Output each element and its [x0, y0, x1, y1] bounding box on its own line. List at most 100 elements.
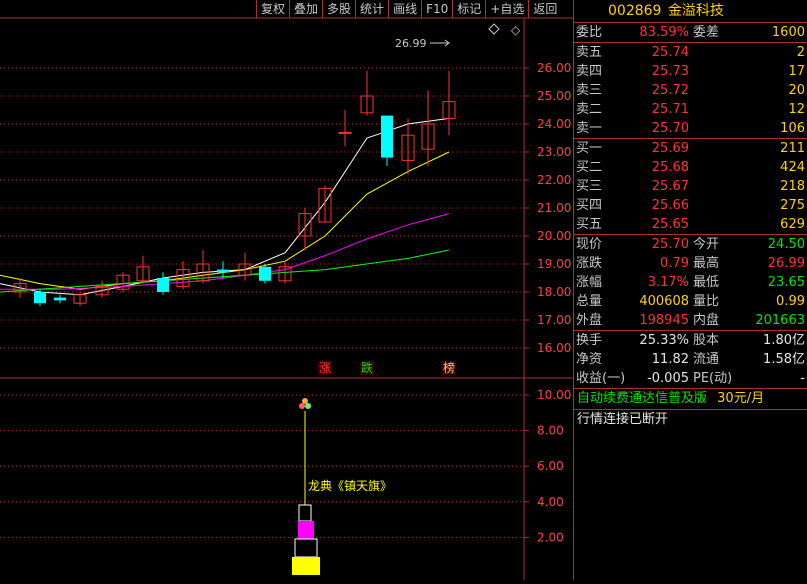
stat-value: 198945	[639, 313, 689, 328]
fundamental-label: 流通	[693, 352, 720, 367]
peak-price-label: 26.99	[395, 37, 427, 50]
bids-price: 25.65	[651, 217, 689, 232]
stat-value: 201663	[755, 313, 805, 328]
collapse-icon: ◇	[511, 23, 521, 37]
bids-volume: 629	[780, 217, 805, 232]
promo-banner[interactable]: 自动续费通达信普及版 30元/月	[574, 389, 807, 410]
asks-price: 25.72	[651, 83, 689, 98]
toolbar-button-0[interactable]: 复权	[256, 0, 289, 18]
bids-label: 买二	[576, 160, 603, 175]
asks-label: 卖五	[576, 45, 603, 60]
bids-row: 买四 25.66 275	[574, 196, 807, 215]
candle-body-down	[34, 292, 46, 304]
stat-label: 外盘	[576, 313, 603, 328]
asks-volume: 12	[788, 102, 805, 117]
kline-chart-svg[interactable]: 26.00 25.00 24.00 23.00 22.00 21.00 20.00 19.00…	[0, 0, 573, 580]
stat-value: 23.65	[767, 275, 805, 290]
asks-label: 卖三	[576, 83, 603, 98]
weibi-label: 委比	[576, 25, 603, 40]
weibi-value: 83.59%	[639, 25, 689, 40]
marker-text: 跌	[361, 360, 373, 375]
price-axis-label: 25.00	[537, 89, 571, 103]
asks-label: 卖二	[576, 102, 603, 117]
bids-volume: 211	[780, 141, 805, 156]
stat-value: 25.70	[651, 237, 689, 252]
price-axis-label: 17.00	[537, 313, 571, 327]
indicator-label: 龙典《镇天旗》	[308, 478, 392, 493]
toolbar-button-2[interactable]: 多股	[322, 0, 355, 18]
asks-price: 25.73	[651, 64, 689, 79]
indicator-axis-label: 6.00	[537, 459, 564, 473]
price-axis-label: 23.00	[537, 145, 571, 159]
toolbar-button-8[interactable]: 返回	[528, 0, 561, 18]
stat-label: 今开	[693, 237, 720, 252]
fundamental-value: 11.82	[651, 352, 689, 367]
asks-label: 卖一	[576, 121, 603, 136]
candle-body-down	[157, 278, 169, 292]
fundamental-row: 换手 25.33% 股本 1.80亿	[574, 331, 807, 350]
fundamental-row: 净资 11.82 流通 1.58亿	[574, 350, 807, 369]
weicha-value: 1600	[771, 25, 805, 40]
bids-price: 25.67	[651, 179, 689, 194]
weicha-label: 委差	[693, 25, 720, 40]
fundamental-stats: 换手 25.33% 股本 1.80亿 净资 11.82 流通 1.58亿 收益(一) -0.005…	[574, 331, 807, 389]
ask-book: 卖五 25.74 2 卖四 25.73 17 卖三 25.72 20 卖二 25.71 12 卖一 25.…	[574, 43, 807, 139]
ma20-line	[0, 213, 450, 290]
chart-toolbar: 复权 叠加 多股 统计 画线 F10 标记 +自选 返回	[256, 0, 571, 18]
stat-label: 总量	[576, 294, 603, 309]
bids-price: 25.68	[651, 160, 689, 175]
stat-label: 最高	[693, 256, 720, 271]
toolbar-button-6[interactable]: 标记	[452, 0, 485, 18]
stat-row: 外盘 198945 内盘 201663	[574, 311, 807, 330]
bids-label: 买四	[576, 198, 603, 213]
bids-row: 买五 25.65 629	[574, 215, 807, 234]
stat-row: 总量 400608 量比 0.99	[574, 292, 807, 311]
fundamental-row: 收益(一) -0.005 PE(动) -	[574, 369, 807, 388]
indicator-bar-top	[298, 504, 312, 522]
price-axis-label: 20.00	[537, 229, 571, 243]
bids-row: 买二 25.68 424	[574, 158, 807, 177]
fundamental-value: -0.005	[647, 371, 689, 386]
stock-title: 002869 金溢科技	[574, 0, 807, 23]
bid-book: 买一 25.69 211 买二 25.68 424 买三 25.67 218 买四 25.66 275…	[574, 139, 807, 235]
marker-text: 榜	[443, 360, 455, 375]
toolbar-button-4[interactable]: 画线	[388, 0, 421, 18]
asks-price: 25.70	[651, 121, 689, 136]
bids-price: 25.69	[651, 141, 689, 156]
stat-value: 24.50	[767, 237, 805, 252]
indicator-axis-label: 4.00	[537, 495, 564, 509]
indicator-dot-icon	[302, 398, 308, 404]
indicator-dot-icon	[305, 403, 311, 409]
candle-body-down	[381, 115, 393, 158]
connection-status: 行情连接已断开	[577, 412, 669, 427]
bids-volume: 424	[780, 160, 805, 175]
bids-volume: 275	[780, 198, 805, 213]
fundamental-value: -	[800, 371, 805, 386]
indicator-bar-magenta	[298, 521, 314, 539]
price-axis-label: 19.00	[537, 257, 571, 271]
stat-value: 0.79	[660, 256, 689, 271]
promo-text: 自动续费通达信普及版	[577, 391, 708, 406]
stat-value: 3.17%	[647, 275, 689, 290]
candle-body-down	[259, 266, 271, 281]
toolbar-button-7[interactable]: +自选	[485, 0, 528, 18]
asks-price: 25.71	[651, 102, 689, 117]
fundamental-value: 1.80亿	[763, 333, 805, 348]
asks-label: 卖四	[576, 64, 603, 79]
marker-text: 涨	[319, 360, 331, 375]
asks-row: 卖五 25.74 2	[574, 43, 807, 62]
stat-label: 现价	[576, 237, 603, 252]
price-axis-label: 22.00	[537, 173, 571, 187]
toolbar-button-1[interactable]: 叠加	[289, 0, 322, 18]
stat-row: 涨跌 0.79 最高 26.99	[574, 254, 807, 273]
bids-label: 买三	[576, 179, 603, 194]
quote-panel: 002869 金溢科技 委比 83.59% 委差 1600 卖五 25.74 2 卖四…	[573, 0, 807, 580]
toolbar-button-3[interactable]: 统计	[355, 0, 388, 18]
price-axis-label: 21.00	[537, 201, 571, 215]
toolbar-button-5[interactable]: F10	[421, 0, 452, 18]
kline-chart-area[interactable]: 26.00 25.00 24.00 23.00 22.00 21.00 20.00 19.00…	[0, 0, 573, 580]
asks-price: 25.74	[651, 45, 689, 60]
promo-price: 30元/月	[717, 391, 765, 406]
stat-value: 0.99	[776, 294, 805, 309]
asks-volume: 106	[780, 121, 805, 136]
